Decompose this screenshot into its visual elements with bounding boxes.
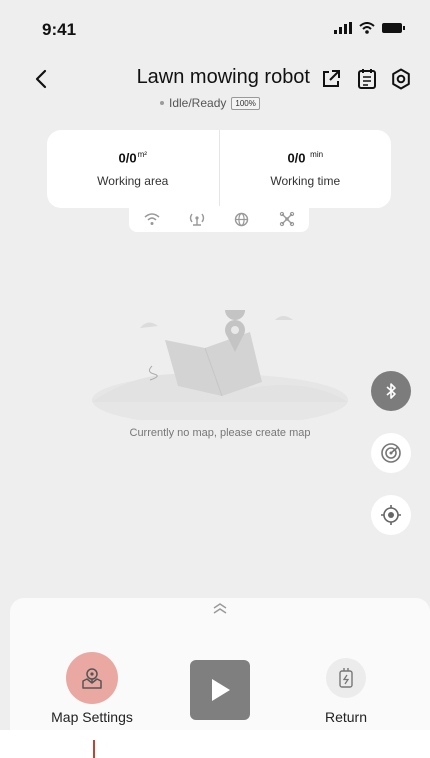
gear-icon — [392, 68, 410, 90]
globe-icon — [233, 210, 251, 228]
battery-badge: 100% — [231, 96, 260, 110]
working-area-label: Working area — [97, 173, 169, 188]
title-wrap: Lawn mowing robot — [120, 66, 310, 89]
bluetooth-button[interactable] — [371, 371, 411, 411]
share-button[interactable] — [318, 66, 344, 92]
settings-button[interactable] — [388, 66, 414, 92]
map-settings-circle — [66, 652, 118, 704]
app-screen: 9:41 Lawn mowing robot Idle/Ready 100% 0… — [0, 0, 430, 758]
map-settings-label: Map Settings — [51, 709, 133, 725]
radar-icon — [381, 443, 401, 463]
working-time-label: Working time — [270, 173, 341, 188]
return-label: Return — [324, 709, 368, 725]
status-bar: 9:41 — [0, 0, 430, 50]
empty-map-illustration — [92, 310, 348, 420]
working-time-stat: 0/0 min Working time — [218, 130, 392, 208]
start-mowing-button[interactable] — [190, 660, 250, 720]
status-icons — [334, 22, 406, 34]
bottom-strip — [0, 730, 430, 758]
wifi-icon — [143, 210, 161, 228]
charging-dock-icon — [339, 668, 353, 688]
return-button[interactable]: Return — [296, 652, 396, 725]
propeller-icon — [278, 210, 296, 228]
return-circle — [326, 658, 366, 698]
working-area-value: 0/0m² — [118, 150, 147, 166]
empty-map-message: Currently no map, please create map — [129, 427, 311, 439]
working-area-stat: 0/0m² Working area — [47, 130, 219, 208]
status-time: 9:41 — [42, 20, 77, 39]
device-status: Idle/Ready 100% — [160, 96, 260, 110]
schedule-button[interactable] — [354, 66, 380, 92]
map-pin-icon — [82, 668, 102, 689]
battery-status-icon — [382, 23, 405, 33]
status-text: Idle/Ready — [169, 96, 227, 110]
locate-button[interactable] — [371, 495, 411, 535]
stats-card: 0/0m² Working area 0/0 min Working time — [47, 130, 391, 208]
chevron-left-icon — [35, 69, 47, 89]
cellular-signal-icon — [334, 22, 352, 34]
calendar-icon — [358, 69, 376, 89]
wifi-status-icon — [359, 22, 375, 34]
antenna-icon — [188, 210, 206, 228]
annotation-pointer — [93, 740, 95, 758]
expand-panel-icon[interactable] — [210, 602, 230, 616]
share-icon — [323, 70, 340, 87]
bluetooth-icon — [386, 383, 396, 399]
map-settings-button[interactable]: Map Settings — [42, 652, 142, 725]
locate-icon — [381, 505, 401, 525]
status-dot — [160, 101, 164, 105]
connectivity-row — [129, 206, 309, 232]
radar-button[interactable] — [371, 433, 411, 473]
page-title: Lawn mowing robot — [136, 66, 310, 88]
play-icon — [212, 679, 230, 701]
back-button[interactable] — [26, 62, 56, 96]
working-time-value: 0/0 min — [287, 150, 324, 166]
